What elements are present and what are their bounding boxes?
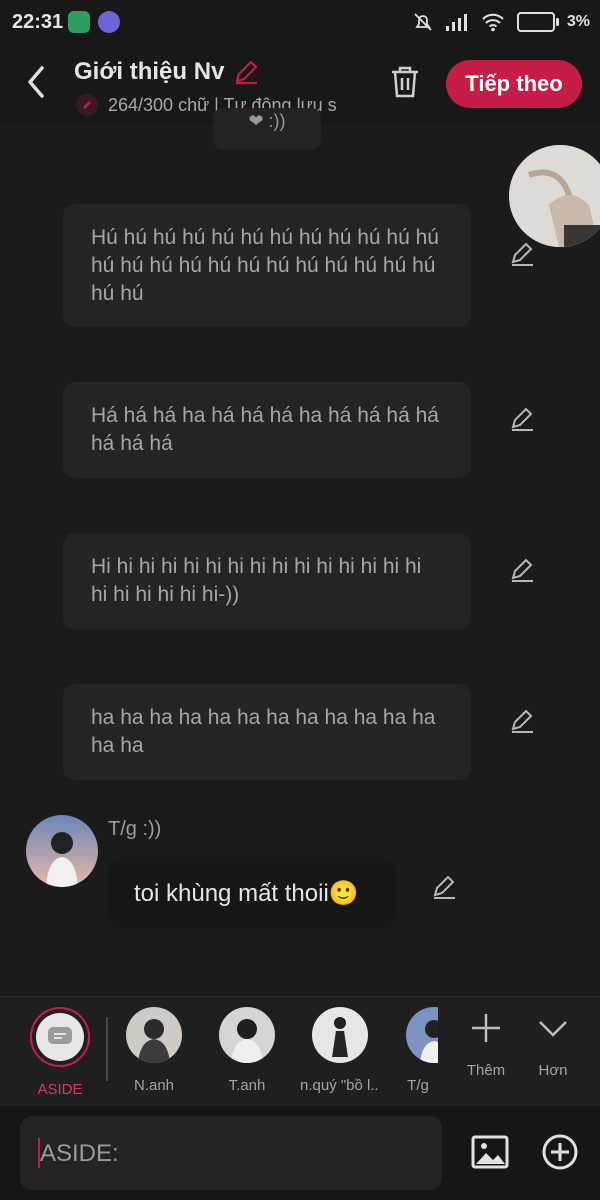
edit-title-icon[interactable] bbox=[232, 58, 260, 86]
input-value: ASIDE: bbox=[40, 1140, 119, 1167]
message-card[interactable]: ha ha ha ha ha ha ha ha ha ha ha ha ha h… bbox=[63, 684, 471, 780]
battery-icon bbox=[516, 12, 559, 32]
more-button[interactable]: Hơn bbox=[523, 1011, 583, 1079]
wifi-icon bbox=[482, 13, 504, 32]
chat-bubble-icon bbox=[48, 1027, 72, 1044]
pen-icon bbox=[76, 94, 98, 116]
speaker-name: T/g :)) bbox=[108, 818, 162, 840]
battery-percent: 3% bbox=[566, 13, 590, 30]
character-name: ASIDE bbox=[37, 1081, 83, 1098]
edit-icon[interactable] bbox=[508, 240, 536, 268]
messenger-icon bbox=[98, 11, 120, 33]
status-bar: 22:31 3% bbox=[0, 0, 600, 46]
edit-icon[interactable] bbox=[508, 556, 536, 584]
avatar[interactable] bbox=[509, 145, 600, 247]
dialogue-bubble[interactable]: toi khùng mất thoii🙂 bbox=[108, 860, 396, 928]
add-label: Thêm bbox=[466, 1062, 506, 1079]
bell-off-icon bbox=[414, 13, 432, 31]
plus-icon bbox=[472, 1014, 500, 1042]
message-card[interactable]: Hú hú hú hú hú hú hú hú hú hú hú hú hú h… bbox=[63, 204, 471, 327]
message-text: Há há há ha há há há ha há há há há há h… bbox=[91, 404, 439, 455]
image-icon[interactable] bbox=[470, 1132, 510, 1172]
status-time: 22:31 bbox=[12, 11, 64, 33]
avatar bbox=[219, 1007, 275, 1063]
character-aside[interactable]: ASIDE bbox=[20, 1007, 100, 1098]
message-card[interactable]: Há há há ha há há há ha há há há há há h… bbox=[63, 382, 471, 478]
aside-avatar bbox=[30, 1007, 90, 1067]
add-circle-icon[interactable] bbox=[540, 1132, 580, 1172]
speaker-avatar[interactable] bbox=[26, 815, 98, 887]
avatar bbox=[406, 1007, 438, 1063]
message-text: ha ha ha ha ha ha ha ha ha ha ha ha ha h… bbox=[91, 706, 436, 757]
avatar bbox=[126, 1007, 182, 1063]
message-text: Hú hú hú hú hú hú hú hú hú hú hú hú hú h… bbox=[91, 226, 439, 305]
character-name: T.anh bbox=[228, 1077, 266, 1094]
character-name: N.anh bbox=[133, 1077, 175, 1094]
character-name: n.quý "bồ l... bbox=[300, 1077, 380, 1094]
avatar bbox=[312, 1007, 368, 1063]
message-card-partial[interactable]: ❤ :)) bbox=[213, 108, 321, 150]
edit-icon[interactable] bbox=[508, 707, 536, 735]
input-bar: ASIDE: bbox=[0, 1106, 600, 1200]
trash-icon[interactable] bbox=[388, 64, 422, 100]
edit-icon[interactable] bbox=[508, 405, 536, 433]
signal-icon bbox=[445, 14, 467, 31]
shield-icon bbox=[68, 11, 90, 33]
divider bbox=[106, 1017, 108, 1081]
message-text: Hi hi hi hi hi hi hi hi hi hi hi hi hi h… bbox=[91, 555, 422, 606]
character-item[interactable]: T/g bbox=[398, 1007, 438, 1094]
back-icon[interactable] bbox=[22, 62, 52, 102]
status-right: 3% bbox=[413, 12, 590, 32]
character-name: T/g bbox=[407, 1077, 429, 1094]
chevron-down-icon bbox=[539, 1021, 567, 1037]
message-input[interactable]: ASIDE: bbox=[20, 1116, 442, 1190]
page-title-row: Giới thiệu Nv bbox=[74, 58, 260, 86]
more-label: Hơn bbox=[538, 1062, 568, 1079]
page-title: Giới thiệu Nv bbox=[74, 58, 225, 85]
next-button[interactable]: Tiếp theo bbox=[446, 60, 582, 108]
character-item[interactable]: N.anh bbox=[114, 1007, 194, 1094]
character-item[interactable]: T.anh bbox=[207, 1007, 287, 1094]
edit-icon[interactable] bbox=[430, 873, 458, 901]
character-bar: ASIDE N.anh T.anh n.quý "bồ l... T/g Thê… bbox=[0, 996, 600, 1107]
message-card[interactable]: Hi hi hi hi hi hi hi hi hi hi hi hi hi h… bbox=[63, 533, 471, 629]
add-character-button[interactable]: Thêm bbox=[456, 1011, 516, 1079]
character-item[interactable]: n.quý "bồ l... bbox=[300, 1007, 380, 1094]
